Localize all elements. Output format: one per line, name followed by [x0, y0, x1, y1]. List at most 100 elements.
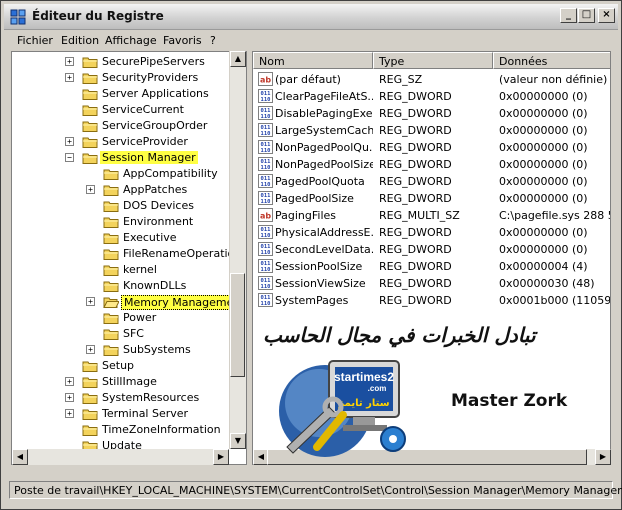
- folder-icon: [82, 119, 98, 133]
- value-data: 0x00000000 (0): [499, 124, 588, 137]
- tree-item-label: SubSystems: [123, 343, 191, 356]
- tree-item[interactable]: + Memory Management: [12, 294, 246, 310]
- tree-item[interactable]: + SecurePipeServers: [12, 54, 246, 70]
- tree-item-label: SFC: [123, 327, 144, 340]
- tree-vertical-scroll-thumb[interactable]: [230, 273, 245, 377]
- list-scroll-right-button[interactable]: ▶: [595, 449, 611, 465]
- tree-item[interactable]: ServiceGroupOrder: [12, 118, 246, 134]
- tree-item[interactable]: ServiceCurrent: [12, 102, 246, 118]
- svg-text:110: 110: [261, 233, 271, 239]
- folder-icon: [103, 343, 119, 357]
- expand-icon[interactable]: +: [65, 377, 74, 386]
- value-row[interactable]: 011 110 ClearPageFileAtS... REG_DWORD 0x0000…: [253, 88, 610, 105]
- menu-help[interactable]: ?: [210, 34, 216, 47]
- value-type: REG_DWORD: [379, 243, 452, 256]
- folder-icon: [82, 391, 98, 405]
- tree-item[interactable]: kernel: [12, 262, 246, 278]
- value-type: REG_DWORD: [379, 175, 452, 188]
- column-header-donnees[interactable]: Données: [493, 52, 610, 69]
- tree-item[interactable]: + AppPatches: [12, 182, 246, 198]
- tree-item[interactable]: Setup: [12, 358, 246, 374]
- tree-scroll-right-button[interactable]: ▶: [213, 449, 229, 465]
- tree-item[interactable]: + ServiceProvider: [12, 134, 246, 150]
- title-bar[interactable]: Éditeur du Registre _ □ ×: [4, 4, 618, 30]
- expand-icon[interactable]: +: [65, 409, 74, 418]
- expand-icon[interactable]: +: [86, 185, 95, 194]
- value-type: REG_DWORD: [379, 226, 452, 239]
- value-row[interactable]: 011 110 NonPagedPoolSize REG_DWORD 0x0000000…: [253, 156, 610, 173]
- tree-horizontal-scrollbar[interactable]: [12, 449, 229, 465]
- tree-item[interactable]: + StillImage: [12, 374, 246, 390]
- tree-item[interactable]: Environment: [12, 214, 246, 230]
- value-row[interactable]: 011 110 LargeSystemCache REG_DWORD 0x0000000…: [253, 122, 610, 139]
- tree-item-label: ServiceProvider: [102, 135, 188, 148]
- value-row[interactable]: ab PagingFiles REG_MULTI_SZ C:\pagefile.sys…: [253, 207, 610, 224]
- menu-affichage[interactable]: Affichage: [105, 34, 157, 47]
- value-row[interactable]: 011 110 PagedPoolQuota REG_DWORD 0x00000000 …: [253, 173, 610, 190]
- value-name: PagedPoolSize: [275, 192, 354, 205]
- folder-icon: [103, 199, 119, 213]
- tree-item[interactable]: AppCompatibility: [12, 166, 246, 182]
- tree-item[interactable]: − Session Manager: [12, 150, 246, 166]
- tree-item[interactable]: FileRenameOperations: [12, 246, 246, 262]
- tree-item[interactable]: Executive: [12, 230, 246, 246]
- tree-item[interactable]: DOS Devices: [12, 198, 246, 214]
- value-data: 0x00000000 (0): [499, 226, 588, 239]
- folder-icon: [103, 327, 119, 341]
- collapse-icon[interactable]: −: [65, 153, 74, 162]
- value-row[interactable]: 011 110 SessionPoolSize REG_DWORD 0x00000004…: [253, 258, 610, 275]
- tree-item[interactable]: + SubSystems: [12, 342, 246, 358]
- binary-value-icon: 011 110: [258, 259, 273, 273]
- value-data: 0x00000000 (0): [499, 141, 588, 154]
- tree-item[interactable]: KnownDLLs: [12, 278, 246, 294]
- column-header-type[interactable]: Type: [373, 52, 493, 69]
- startimes-logo: startimes2 .com ستار تايمز: [279, 360, 406, 457]
- tree-vertical-scrollbar[interactable]: [229, 51, 246, 449]
- minimize-button[interactable]: _: [560, 8, 577, 23]
- value-type: REG_DWORD: [379, 141, 452, 154]
- value-name: SessionViewSize: [275, 277, 366, 290]
- logo-line1: startimes2: [334, 370, 394, 384]
- tree-scroll-down-button[interactable]: ▼: [230, 433, 246, 449]
- expand-icon[interactable]: +: [65, 393, 74, 402]
- column-header-nom[interactable]: Nom: [253, 52, 373, 69]
- tree-item-label: AppCompatibility: [123, 167, 218, 180]
- expand-icon[interactable]: +: [65, 57, 74, 66]
- maximize-button[interactable]: □: [578, 8, 595, 23]
- expand-icon[interactable]: +: [65, 73, 74, 82]
- menu-edition[interactable]: Edition: [61, 34, 99, 47]
- tree-item[interactable]: + SecurityProviders: [12, 70, 246, 86]
- tree-item[interactable]: TimeZoneInformation: [12, 422, 246, 438]
- value-row[interactable]: ab (par défaut) REG_SZ (valeur non définie): [253, 71, 610, 88]
- expand-icon[interactable]: +: [86, 297, 95, 306]
- value-row[interactable]: 011 110 NonPagedPoolQu... REG_DWORD 0x000000…: [253, 139, 610, 156]
- tree-item[interactable]: + Terminal Server: [12, 406, 246, 422]
- value-row[interactable]: 011 110 PagedPoolSize REG_DWORD 0x00000000 (…: [253, 190, 610, 207]
- svg-text:110: 110: [261, 284, 271, 290]
- expand-icon[interactable]: +: [65, 137, 74, 146]
- tree-item[interactable]: + SystemResources: [12, 390, 246, 406]
- value-row[interactable]: 011 110 SystemPages REG_DWORD 0x0001b000 (11…: [253, 292, 610, 309]
- tree-item[interactable]: Server Applications: [12, 86, 246, 102]
- key-tree[interactable]: + SecurePipeServers + SecurityProviders Serv…: [11, 51, 247, 465]
- svg-text:110: 110: [261, 301, 271, 307]
- value-row[interactable]: 011 110 DisablePagingExe... REG_DWORD 0x0000…: [253, 105, 610, 122]
- watermark-author: Master Zork: [451, 391, 568, 411]
- tree-scroll-up-button[interactable]: ▲: [230, 51, 246, 67]
- svg-text:110: 110: [261, 250, 271, 256]
- svg-text:110: 110: [261, 182, 271, 188]
- tree-item-label: kernel: [123, 263, 157, 276]
- tree-item[interactable]: Power: [12, 310, 246, 326]
- window-title: Éditeur du Registre: [32, 9, 164, 23]
- value-row[interactable]: 011 110 SessionViewSize REG_DWORD 0x00000030…: [253, 275, 610, 292]
- menu-fichier[interactable]: Fichier: [17, 34, 53, 47]
- menu-favoris[interactable]: Favoris: [163, 34, 202, 47]
- close-button[interactable]: ×: [598, 8, 615, 23]
- tree-item[interactable]: SFC: [12, 326, 246, 342]
- expand-icon[interactable]: +: [86, 345, 95, 354]
- value-row[interactable]: 011 110 PhysicalAddressE... REG_DWORD 0x0000…: [253, 224, 610, 241]
- tree-scroll-left-button[interactable]: ◀: [12, 449, 28, 465]
- folder-icon: [103, 183, 119, 197]
- svg-text:110: 110: [261, 131, 271, 137]
- value-row[interactable]: 011 110 SecondLevelData... REG_DWORD 0x00000…: [253, 241, 610, 258]
